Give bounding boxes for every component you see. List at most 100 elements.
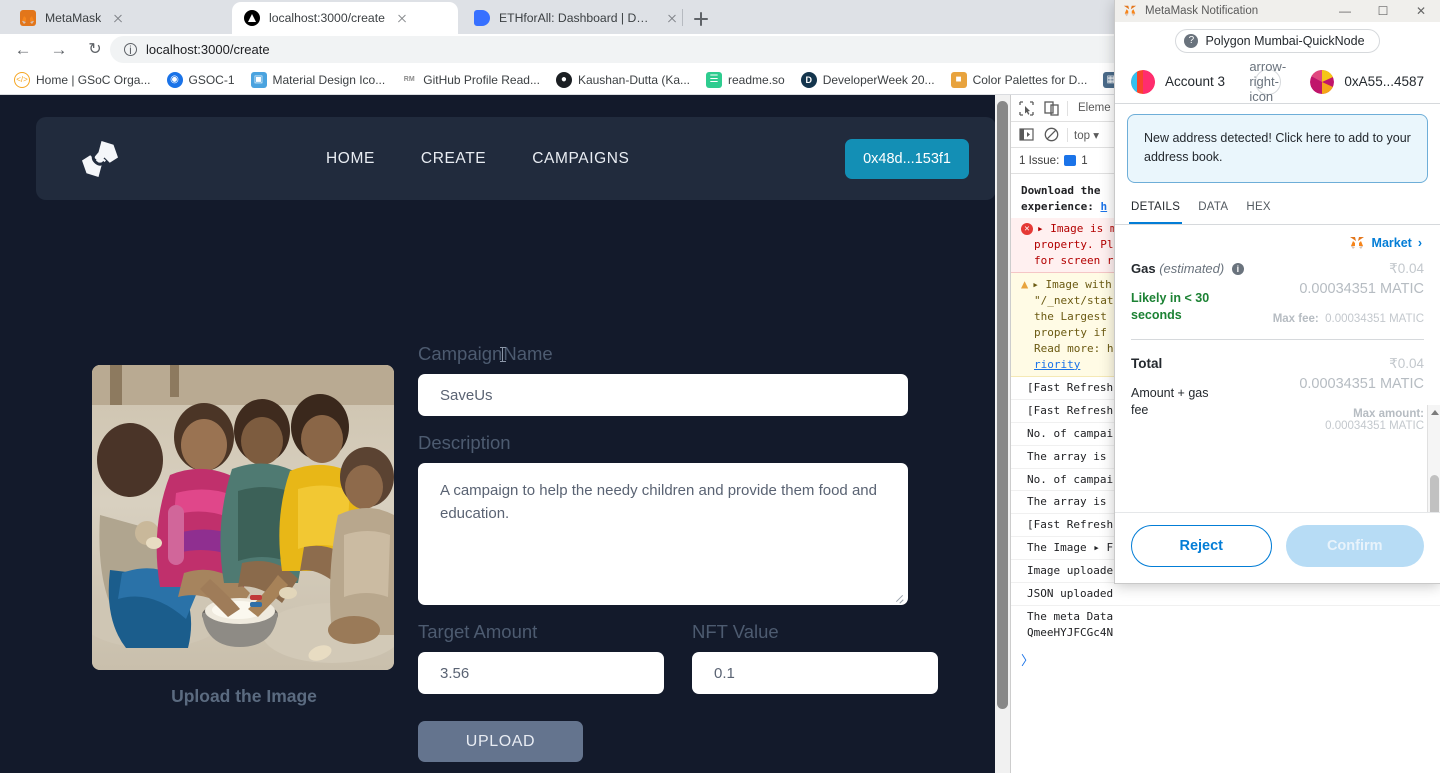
from-account-name[interactable]: Account 3 [1165,74,1225,89]
reject-button[interactable]: Reject [1131,525,1272,567]
text-cursor-icon [499,347,506,362]
nextjs-icon [244,10,260,26]
page-scrollbar-thumb[interactable] [997,101,1008,709]
action-buttons: Reject Confirm [1115,512,1440,583]
browser-tab-devfolio[interactable]: ETHforAll: Dashboard | Devfolio [462,2,688,34]
network-selector[interactable]: ? Polygon Mumbai-QuickNode [1175,29,1380,53]
devtools-tab-elements[interactable]: Eleme [1074,102,1111,114]
minimize-button[interactable]: — [1326,0,1364,22]
nav-link-campaigns[interactable]: CAMPAIGNS [532,150,629,168]
info-icon[interactable]: i [1231,262,1244,275]
wallet-address-button[interactable]: 0x48d...153f1 [845,139,969,179]
device-toolbar-icon[interactable] [1042,99,1061,118]
reload-button[interactable]: ↻ [84,39,106,61]
console-text: QmeeHYJFCGc4N [1027,626,1114,640]
bookmark-item[interactable]: D DeveloperWeek 20... [793,69,943,91]
palette-icon: ■ [950,71,967,88]
market-label: Market [1371,235,1412,250]
bookmark-item[interactable]: ☰ readme.so [698,69,793,91]
bookmark-item[interactable]: ▣ Material Design Ico... [243,69,394,91]
console-link[interactable]: h [1100,200,1107,213]
tab-hex[interactable]: HEX [1244,195,1273,224]
resize-handle[interactable] [894,592,904,602]
from-avatar [1131,69,1155,94]
target-amount-label: Target Amount [418,621,538,642]
app-navbar: HOME CREATE CAMPAIGNS 0x48d...153f1 [36,117,996,200]
scroll-up-icon[interactable] [1431,409,1439,415]
campaign-name-label: CampaignName [418,343,908,365]
metamask-scrollbar-thumb[interactable] [1430,474,1439,512]
to-account-address[interactable]: 0xA55...4587 [1344,74,1424,89]
issues-label: 1 Issue: [1019,154,1060,167]
console-row: The meta Data QmeeHYJFCGc4N [1011,606,1440,644]
maximize-button[interactable]: ☐ [1364,0,1402,22]
error-icon: ✕ [1021,222,1033,235]
close-icon[interactable] [664,10,680,26]
metamask-tabs: DETAILS DATA HEX [1115,195,1440,225]
chevron-right-icon: › [1417,235,1422,250]
bookmark-item[interactable]: ■ Color Palettes for D... [943,69,1096,91]
bookmark-label: readme.so [728,72,785,87]
target-amount-group: Target Amount 3.56 [418,621,664,694]
target-amount-input[interactable]: 3.56 [418,652,664,694]
code-icon: </> [14,71,30,88]
browser-tab-metamask[interactable]: MetaMask [8,2,230,34]
total-max-amount: Max amount: 0.00034351 MATIC [1325,407,1424,432]
bookmark-item[interactable]: ◉ GSOC-1 [159,69,243,91]
nft-value-group: NFT Value 0.1 [692,621,938,694]
metamask-icon [20,10,36,26]
forward-button[interactable]: → [48,39,70,61]
description-value: A campaign to help the needy children an… [440,482,877,523]
info-circle-icon: i [124,43,137,56]
close-icon[interactable] [110,10,126,26]
amount-row: Target Amount 3.56 NFT Value 0.1 [418,621,938,694]
campaign-name-input[interactable]: SaveUs [418,374,908,416]
warning-icon: ▲ [1021,276,1029,291]
console-text: ▸ Image is mi [1037,221,1124,235]
transaction-details: Market › Gas (estimated) i Likely in < 3… [1115,225,1440,512]
upload-button[interactable]: UPLOAD [418,721,583,762]
arrow-right-icon: arrow-right-icon [1249,59,1287,104]
tab-details[interactable]: DETAILS [1129,195,1183,224]
console-link[interactable]: riority [1034,358,1080,371]
readme-icon: RM [403,76,415,83]
bookmark-item[interactable]: ● Kaushan-Dutta (Ka... [548,69,698,91]
tab-data[interactable]: DATA [1196,195,1230,224]
bookmark-item[interactable]: </> Home | GSoC Orga... [6,69,159,91]
nav-link-create[interactable]: CREATE [421,150,486,168]
create-campaign-form: CampaignName SaveUs Description A campai… [418,343,938,762]
gas-label: Gas (estimated) i [1131,261,1273,276]
devfolio-icon [474,10,490,26]
page-scrollbar[interactable] [995,95,1010,773]
upload-column: Upload the Image [92,365,396,707]
confirm-button[interactable]: Confirm [1285,525,1424,567]
console-row: JSON uploaded [1011,583,1440,607]
back-button[interactable]: ← [12,39,34,61]
description-textarea[interactable]: A campaign to help the needy children an… [418,463,908,605]
close-button[interactable]: ✕ [1402,0,1440,22]
campaign-image-preview[interactable] [92,365,394,670]
inspect-element-icon[interactable] [1017,99,1036,118]
nft-value-label: NFT Value [692,621,779,642]
new-tab-button[interactable] [688,6,714,32]
clear-console-icon[interactable] [1042,125,1061,144]
description-label: Description [418,432,511,453]
console-context-selector[interactable]: top ▾ [1074,128,1099,142]
nav-link-home[interactable]: HOME [326,150,375,168]
console-text: ▸ Image with [1032,277,1112,291]
window-controls: — ☐ ✕ [1326,0,1440,22]
console-sidebar-icon[interactable] [1017,125,1036,144]
close-icon[interactable] [394,10,410,26]
nft-value-input[interactable]: 0.1 [692,652,938,694]
handshake-logo[interactable] [76,135,124,183]
market-link[interactable]: Market › [1131,225,1424,255]
question-mark-icon: ? [1184,34,1199,48]
new-address-banner[interactable]: New address detected! Click here to add … [1127,114,1428,183]
bookmark-item[interactable]: RM GitHub Profile Read... [393,69,548,91]
to-avatar [1310,69,1335,94]
campaign-name-label-b: Name [503,343,553,364]
browser-tab-localhost[interactable]: localhost:3000/create [232,2,458,34]
metamask-scrollbar[interactable] [1427,404,1440,512]
bookmark-label: Color Palettes for D... [972,72,1088,87]
console-prompt[interactable]: 〉 [1011,644,1440,675]
